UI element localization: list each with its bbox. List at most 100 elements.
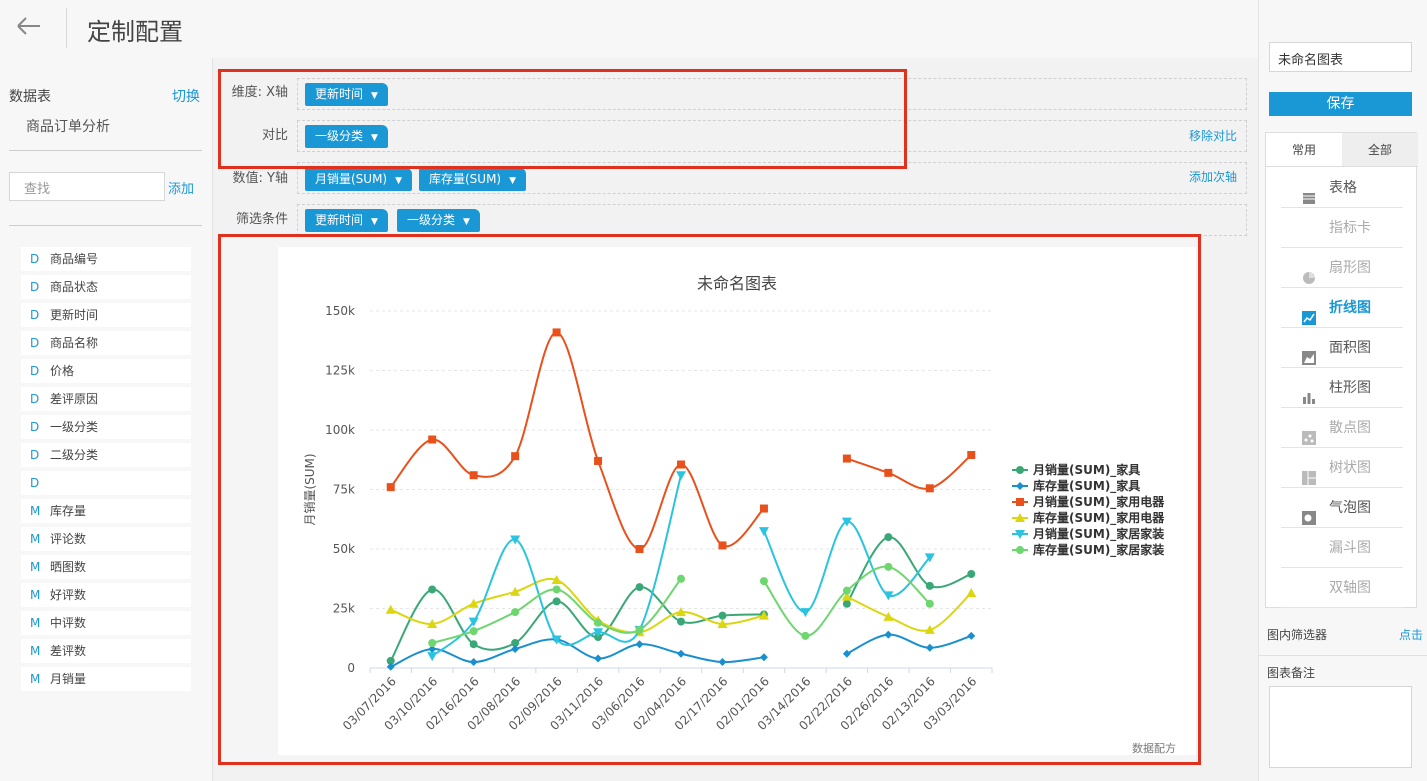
field-item[interactable]: D 二级分类 [21, 443, 191, 467]
field-item[interactable]: M 差评数 [21, 639, 191, 663]
field-item[interactable]: M 评论数 [21, 527, 191, 551]
caret-down-icon: ▼ [509, 176, 517, 186]
field-type-badge: M [30, 616, 41, 630]
field-name: 二级分类 [50, 448, 99, 462]
field-item[interactable]: D 商品编号 [21, 247, 191, 271]
value-label: 数值: Y轴 [232, 171, 288, 186]
top-bar: 定制配置 [0, 0, 1427, 58]
chart-type-item[interactable]: 气泡图 [1281, 488, 1403, 528]
divider [9, 150, 202, 151]
chart-name-input[interactable]: 未命名图表 [1269, 42, 1412, 72]
add-secondary-axis-link[interactable]: 添加次轴 [1189, 168, 1237, 185]
filter-chip-category[interactable]: 一级分类 ▼ [397, 209, 480, 232]
field-type-badge: D [30, 392, 40, 406]
add-field-link[interactable]: 添加 [168, 178, 194, 197]
field-name: 商品编号 [50, 252, 99, 266]
remove-compare-link[interactable]: 移除对比 [1189, 127, 1237, 144]
caret-down-icon: ▼ [371, 217, 378, 227]
chart-filter-label: 图内筛选器 [1267, 628, 1328, 642]
chip-label: 库存量(SUM) [429, 172, 502, 186]
field-type-badge: D [30, 252, 40, 266]
tab-common[interactable]: 常用 [1266, 133, 1342, 167]
divider [1259, 655, 1427, 656]
treemap-icon [1302, 461, 1316, 485]
field-item[interactable]: D 商品状态 [21, 275, 191, 299]
bar-chart-icon [1302, 381, 1316, 404]
chart-type-item[interactable]: 双轴图 [1281, 568, 1403, 608]
chart-type-label: 折线图 [1329, 300, 1371, 316]
header-divider [66, 8, 67, 48]
scatter-chart-icon [1302, 421, 1316, 445]
chart-type-item[interactable]: 柱形图 [1281, 368, 1403, 408]
field-item[interactable]: M 月销量 [21, 667, 191, 691]
chart-type-item[interactable]: 漏斗图 [1281, 528, 1403, 568]
chart-type-label: 扇形图 [1329, 260, 1371, 276]
chart-type-label: 柱形图 [1329, 380, 1371, 396]
chart-type-item[interactable]: 扇形图 [1281, 248, 1403, 288]
data-table-label: 数据表 [9, 89, 51, 105]
field-item[interactable]: M 好评数 [21, 583, 191, 607]
field-type-badge: M [30, 644, 41, 658]
switch-table-link[interactable]: 切换 [172, 86, 200, 106]
chart-type-item[interactable]: 面积图 [1281, 328, 1403, 368]
field-type-badge: M [30, 672, 41, 686]
field-name: 好评数 [50, 588, 87, 602]
chart-type-item[interactable]: 指标卡 [1281, 208, 1403, 248]
chart-type-item[interactable]: 散点图 [1281, 408, 1403, 448]
field-item[interactable]: D 差评原因 [21, 387, 191, 411]
field-item[interactable]: M 中评数 [21, 611, 191, 635]
field-item[interactable]: D 更新时间 [21, 303, 191, 327]
highlight-box-chart [218, 234, 1201, 765]
chart-settings-panel: 未命名图表 保存 常用 全部 表格指标卡扇形图折线图面积图柱形图散点图树状图气泡… [1258, 0, 1427, 781]
value-chip-sales[interactable]: 月销量(SUM) ▼ [305, 168, 413, 191]
field-name: 商品名称 [50, 336, 99, 350]
chart-note-textarea[interactable] [1269, 686, 1412, 768]
field-name: 差评数 [50, 644, 87, 658]
chart-type-label: 气泡图 [1329, 500, 1371, 516]
chart-type-item[interactable]: 表格 [1281, 168, 1403, 208]
chart-type-label: 双轴图 [1329, 580, 1371, 596]
field-name: 评论数 [50, 532, 87, 546]
field-type-badge: M [30, 532, 41, 546]
caret-down-icon: ▼ [395, 176, 403, 186]
field-item[interactable]: D 价格 [21, 359, 191, 383]
area-chart-icon [1302, 341, 1316, 365]
filter-chip-time[interactable]: 更新时间 ▼ [305, 209, 388, 232]
value-chip-stock[interactable]: 库存量(SUM) ▼ [419, 168, 527, 191]
field-type-badge: M [30, 504, 41, 518]
field-item[interactable]: M 库存量 [21, 499, 191, 523]
field-type-badge: D [30, 336, 40, 350]
chart-filter-link[interactable]: 点击 [1399, 626, 1423, 643]
field-item[interactable]: D 一级分类 [21, 415, 191, 439]
field-item[interactable]: D [21, 471, 191, 495]
field-type-badge: D [30, 420, 40, 434]
field-type-badge: D [30, 280, 40, 294]
field-name: 商品状态 [50, 280, 99, 294]
table-name: 商品订单分析 [26, 119, 110, 135]
chart-type-tabs: 常用 全部 表格指标卡扇形图折线图面积图柱形图散点图树状图气泡图漏斗图双轴图 [1265, 132, 1418, 608]
field-item[interactable]: D 商品名称 [21, 331, 191, 355]
chart-type-label: 面积图 [1329, 340, 1371, 356]
chart-type-label: 指标卡 [1329, 220, 1371, 236]
field-search-input[interactable]: 查找 [9, 172, 165, 201]
field-name: 晒图数 [50, 560, 87, 574]
field-type-badge: D [30, 476, 40, 490]
field-list: D 商品编号 D 商品状态 D 更新时间 D 商品名称 D 价格 D 差评原因 D 一级分类 D 二级分类 D M… [21, 247, 191, 695]
chart-type-item[interactable]: 折线图 [1281, 288, 1403, 328]
field-name: 价格 [50, 364, 75, 378]
pie-chart-icon [1302, 261, 1316, 284]
arrow-left-icon[interactable] [14, 12, 44, 42]
chart-type-label: 漏斗图 [1329, 540, 1371, 556]
chip-label: 一级分类 [407, 213, 456, 227]
field-name: 更新时间 [50, 308, 99, 322]
field-item[interactable]: M 晒图数 [21, 555, 191, 579]
divider [9, 225, 202, 226]
save-button[interactable]: 保存 [1269, 92, 1412, 116]
field-type-badge: D [30, 308, 40, 322]
field-name: 库存量 [50, 504, 87, 518]
chip-label: 月销量(SUM) [315, 172, 388, 186]
chart-type-item[interactable]: 树状图 [1281, 448, 1403, 488]
field-name: 一级分类 [50, 420, 99, 434]
tab-all[interactable]: 全部 [1342, 133, 1418, 167]
chart-type-label: 树状图 [1329, 460, 1371, 476]
